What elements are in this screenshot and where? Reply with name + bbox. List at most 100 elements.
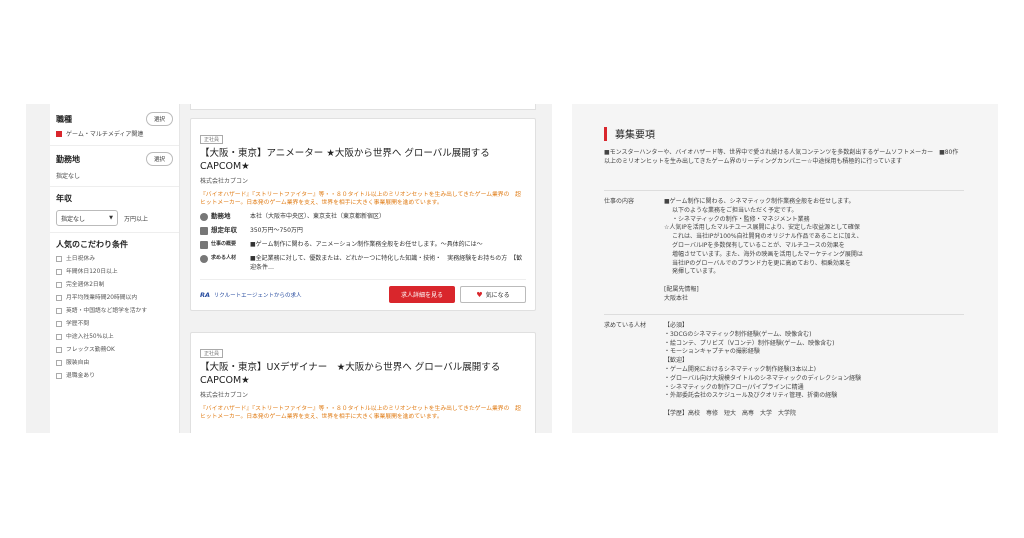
preference-option[interactable]: 退職金あり [56,372,173,380]
preference-option[interactable]: 土日祝休み [56,255,173,263]
required-talent-row: 求めている人材 【必須】 ・3DCGのシネマティック制作経験(ゲーム、映像含む)… [604,322,964,419]
required-talent-body: 【必須】 ・3DCGのシネマティック制作経験(ゲーム、映像含む) ・絵コンテ、プ… [664,322,964,419]
job-highlight: 『バイオハザード』『ストリートファイター』等・・８０タイトル以上のミリオンセット… [200,192,521,206]
job-title-link[interactable]: 【大阪・東京】UXデザイナー ★大阪から世界へ グローバル展開するCAPCOM★ [200,361,526,387]
agent-source-text: リクルートエージェントからの求人 [213,292,302,299]
checkbox[interactable] [56,256,62,262]
checkbox[interactable] [56,282,62,288]
preference-option[interactable]: 学歴不問 [56,320,173,328]
preference-label: フレックス勤務OK [66,347,115,353]
text-line: 【必須】 [664,322,689,329]
divider [50,186,179,187]
preference-option[interactable]: 年間休日120日以上 [56,268,173,276]
divider [604,314,964,315]
income-select-value: 指定なし [61,215,86,223]
location-label: 勤務地 [211,212,231,220]
salary-row: 想定年収 350万円～750万円 [200,226,526,235]
agent-source: RA リクルートエージェントからの求人 [200,291,302,299]
heart-icon: ♥ [476,290,483,299]
income-unit: 万円以上 [124,215,149,223]
duty-value: ■ゲーム制作に関わる、アニメーション制作業務全般をお任せします。～具体的には～ [250,241,483,248]
duty-label-group: 仕事の概要 [200,240,250,249]
divider [50,145,179,146]
company-name: 株式会社カプコン [200,178,249,185]
text-line: ・グローバル向け大規模タイトルのシネマティックのディレクション経験 [664,374,862,382]
location-label-group: 勤務地 [200,212,250,221]
map-pin-icon [200,212,208,221]
salary-label-group: 想定年収 [200,226,250,235]
location-row: 勤務地 本社（大阪市中央区）、東京支社（東京都新宿区） [200,212,526,221]
job-duty-body: ■ゲーム制作に関わる、シネマティック制作業務全般をお任せします。 以下のような業… [664,198,964,304]
text-line: 【学歴】高校 専修 短大 高専 大学 大学院 [664,409,797,417]
requirement-value: ■全記業務に対して、優数または、どれかーつに特化した知識・技術・ 実務経験をお持… [250,255,523,271]
text-line: 【歓迎】 [664,357,689,365]
checkbox[interactable] [56,269,62,275]
text-line: 発揮しています。 [672,268,720,276]
preferences-title: 人気のこだわり条件 [56,240,128,249]
favorite-button[interactable]: ♥ 気になる [460,286,526,303]
location-select-button[interactable]: 選択 [145,152,173,166]
checked-checkbox[interactable] [56,131,62,137]
agent-logo: RA [200,290,211,299]
requirement-label-group: 求める人材 [200,254,250,263]
text-line: ・3DCGのシネマティック制作経験(ゲーム、映像含む) [664,330,812,338]
view-job-detail-button[interactable]: 求人詳細を見る [389,286,455,303]
checkbox[interactable] [56,334,62,340]
job-search-results-screenshot: 職種 選択 ゲーム・マルチメディア関連 勤務地 選択 指定なし 年収 指定なし … [26,104,552,433]
preference-option[interactable]: 月平均残業時間20時間以内 [56,294,173,302]
job-type-filter-title: 職種 [56,114,72,124]
company-name: 株式会社カプコン [200,392,249,399]
duty-label: 仕事の概要 [211,241,237,247]
job-type-checkbox-row[interactable]: ゲーム・マルチメディア関連 [56,130,173,139]
preference-option[interactable]: フレックス勤務OK [56,346,173,354]
job-duty-label: 仕事の内容 [604,198,635,205]
text-line: ・ゲーム開発におけるシネマティック制作経験(3本以上) [664,365,816,373]
required-talent-label: 求めている人材 [604,322,647,329]
duty-row: 仕事の概要 ■ゲーム制作に関わる、アニメーション制作業務全般をお任せします。～具… [200,240,526,249]
card-footer: RA リクルートエージェントからの求人 求人詳細を見る ♥ 気になる [200,279,526,303]
job-card[interactable]: 正社員 【大阪・東京】アニメーター ★大阪から世界へ グローバル展開するCAPC… [190,118,536,311]
checkbox[interactable] [56,347,62,353]
text-line: グローバルIPを多数保有していることが、マルチユースの効果を [672,241,845,249]
checkbox[interactable] [56,295,62,301]
preference-option[interactable]: 服装自由 [56,359,173,367]
checkbox[interactable] [56,360,62,366]
divider [50,232,179,233]
preference-label: 土日祝休み [66,256,95,262]
location-filter-title: 勤務地 [56,154,80,164]
briefcase-icon [200,240,208,249]
preference-option[interactable]: 完全週休2日制 [56,281,173,289]
preference-label: 服装自由 [66,360,90,366]
preference-option[interactable]: 英語・中国語など語学を活かす [56,307,173,315]
job-duty-row: 仕事の内容 ■ゲーム制作に関わる、シネマティック制作業務全般をお任せします。 以… [604,198,964,304]
job-card[interactable]: 正社員 【大阪・東京】UXデザイナー ★大阪から世界へ グローバル展開するCAP… [190,332,536,433]
salary-value: 350万円～750万円 [250,227,303,234]
location-filter-value: 指定なし [56,173,81,180]
preference-option[interactable]: 中途入社50%以上 [56,333,173,341]
previous-card-edge [190,104,536,110]
text-line: [配属先情報] [664,285,699,293]
preference-label: 月平均残業時間20時間以内 [66,295,138,301]
job-highlight: 『バイオハザード』『ストリートファイター』等・・８０タイトル以上のミリオンセット… [200,406,521,420]
chevron-down-icon: ▼ [109,215,113,221]
checkbox[interactable] [56,308,62,314]
text-line: ・モーションキャプチャの撮影経験 [664,348,760,356]
income-select[interactable]: 指定なし ▼ [56,210,118,226]
text-line: ☆人気IPを活用したマルチユース展開により、安定した収益源として確保 [664,224,860,232]
checkbox[interactable] [56,373,62,379]
job-type-select-button[interactable]: 選択 [145,112,173,126]
text-line: これは、当社IPが100%自社開発のオリジナル作品であることに加え、 [672,233,863,241]
job-requirements-screenshot: 募集要項 ■モンスターハンターや、バイオハザード等、世界中で愛され続ける人気コン… [572,104,998,433]
divider [604,190,964,191]
requirements-intro: ■モンスターハンターや、バイオハザード等、世界中で愛され続ける人気コンテンツを多… [604,149,959,165]
location-value: 本社（大阪市中央区）、東京支社（東京都新宿区） [250,213,386,220]
favorite-label: 気になる [485,292,510,299]
preference-label: 完全週休2日制 [66,282,105,288]
text-line [664,277,964,286]
text-line [664,401,964,410]
salary-label: 想定年収 [211,226,237,234]
checkbox[interactable] [56,321,62,327]
job-title-link[interactable]: 【大阪・東京】アニメーター ★大阪から世界へ グローバル展開するCAPCOM★ [200,147,526,173]
employment-type-badge: 正社員 [200,135,224,144]
text-line: ・外部委託会社のスケジュール及びクオリティ管理、折衝の経験 [664,392,838,400]
